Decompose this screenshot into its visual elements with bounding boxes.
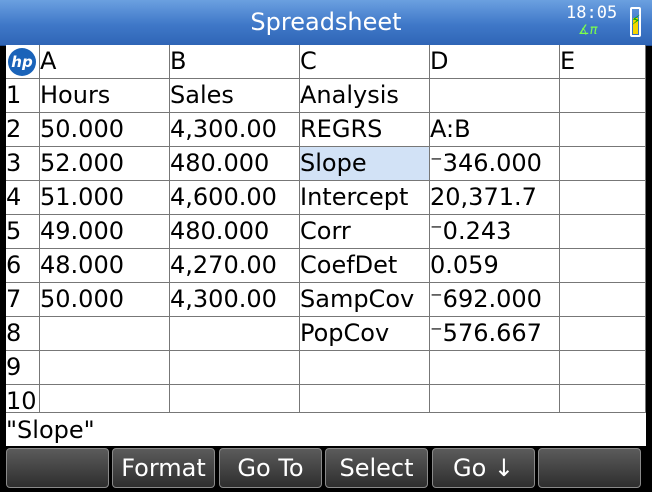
- column-header-d[interactable]: D: [430, 45, 560, 79]
- cell-a10[interactable]: [40, 385, 170, 412]
- cell-e10[interactable]: [560, 385, 646, 412]
- cell-d6[interactable]: 0.059: [430, 249, 560, 283]
- cell-c3[interactable]: Slope: [300, 147, 430, 181]
- hp-logo: hp: [8, 48, 36, 76]
- row-header-9[interactable]: 9: [6, 351, 40, 385]
- softkey-go-5[interactable]: Go ↓: [432, 448, 535, 488]
- column-header-b[interactable]: B: [170, 45, 300, 79]
- cell-d9[interactable]: [430, 351, 560, 385]
- cell-a9[interactable]: [40, 351, 170, 385]
- cell-a1[interactable]: Hours: [40, 79, 170, 113]
- cell-c9[interactable]: [300, 351, 430, 385]
- row-header-6[interactable]: 6: [6, 249, 40, 283]
- cell-b6[interactable]: 4,270.00: [170, 249, 300, 283]
- cell-c5[interactable]: Corr: [300, 215, 430, 249]
- cell-d8[interactable]: ⁻576.667: [430, 317, 560, 351]
- cell-e7[interactable]: [560, 283, 646, 317]
- column-header-c[interactable]: C: [300, 45, 430, 79]
- cell-d2[interactable]: A:B: [430, 113, 560, 147]
- cell-a2[interactable]: 50.000: [40, 113, 170, 147]
- row-header-10[interactable]: 10: [6, 385, 40, 412]
- cell-a6[interactable]: 48.000: [40, 249, 170, 283]
- cell-a5[interactable]: 49.000: [40, 215, 170, 249]
- row-header-1[interactable]: 1: [6, 79, 40, 113]
- cell-b2[interactable]: 4,300.00: [170, 113, 300, 147]
- cell-b3[interactable]: 480.000: [170, 147, 300, 181]
- cell-c2[interactable]: REGRS: [300, 113, 430, 147]
- row-header-4[interactable]: 4: [6, 181, 40, 215]
- cell-b7[interactable]: 4,300.00: [170, 283, 300, 317]
- cell-b4[interactable]: 4,600.00: [170, 181, 300, 215]
- row-header-5[interactable]: 5: [6, 215, 40, 249]
- cell-e5[interactable]: [560, 215, 646, 249]
- cell-b1[interactable]: Sales: [170, 79, 300, 113]
- cell-a8[interactable]: [40, 317, 170, 351]
- column-header-a[interactable]: A: [40, 45, 170, 79]
- cell-c10[interactable]: [300, 385, 430, 412]
- battery-icon: ⚡: [630, 7, 641, 37]
- app-title: Spreadsheet: [250, 8, 402, 36]
- cell-d4[interactable]: 20,371.7: [430, 181, 560, 215]
- corner-cell: hp: [6, 45, 40, 79]
- cell-b9[interactable]: [170, 351, 300, 385]
- softkey-go-to-3[interactable]: Go To: [219, 448, 322, 488]
- row-header-2[interactable]: 2: [6, 113, 40, 147]
- cell-e8[interactable]: [560, 317, 646, 351]
- cell-d10[interactable]: [430, 385, 560, 412]
- row-header-7[interactable]: 7: [6, 283, 40, 317]
- cell-d1[interactable]: [430, 79, 560, 113]
- cell-c8[interactable]: PopCov: [300, 317, 430, 351]
- softkey-bar: Format Go To Select Go ↓: [0, 446, 652, 492]
- cell-d5[interactable]: ⁻0.243: [430, 215, 560, 249]
- spreadsheet-grid: hp A B C D E 1 Hours Sales Analysis 2 50.000 4,300.0…: [6, 45, 646, 412]
- title-bar: Spreadsheet 18:05 ∡π ⚡: [0, 0, 652, 46]
- row-header-8[interactable]: 8: [6, 317, 40, 351]
- clock: 18:05: [566, 3, 618, 23]
- softkey-format-2[interactable]: Format: [112, 448, 215, 488]
- angle-mode-indicator: ∡π: [578, 23, 598, 38]
- column-header-e[interactable]: E: [560, 45, 646, 79]
- row-header-3[interactable]: 3: [6, 147, 40, 181]
- softkey-select-4[interactable]: Select: [325, 448, 428, 488]
- cell-e6[interactable]: [560, 249, 646, 283]
- cell-b8[interactable]: [170, 317, 300, 351]
- cell-a3[interactable]: 52.000: [40, 147, 170, 181]
- cell-d3[interactable]: ⁻346.000: [430, 147, 560, 181]
- softkey-blank-1[interactable]: [6, 448, 109, 488]
- status-line: "Slope": [6, 412, 646, 446]
- cell-e9[interactable]: [560, 351, 646, 385]
- cell-b5[interactable]: 480.000: [170, 215, 300, 249]
- cell-e1[interactable]: [560, 79, 646, 113]
- cell-e3[interactable]: [560, 147, 646, 181]
- charging-icon: ⚡: [631, 13, 641, 29]
- cell-e4[interactable]: [560, 181, 646, 215]
- cell-a4[interactable]: 51.000: [40, 181, 170, 215]
- softkey-blank-6[interactable]: [538, 448, 641, 488]
- cell-a7[interactable]: 50.000: [40, 283, 170, 317]
- cell-d7[interactable]: ⁻692.000: [430, 283, 560, 317]
- cell-e2[interactable]: [560, 113, 646, 147]
- cell-c7[interactable]: SampCov: [300, 283, 430, 317]
- cell-c6[interactable]: CoefDet: [300, 249, 430, 283]
- cell-c1[interactable]: Analysis: [300, 79, 430, 113]
- cell-c4[interactable]: Intercept: [300, 181, 430, 215]
- cell-b10[interactable]: [170, 385, 300, 412]
